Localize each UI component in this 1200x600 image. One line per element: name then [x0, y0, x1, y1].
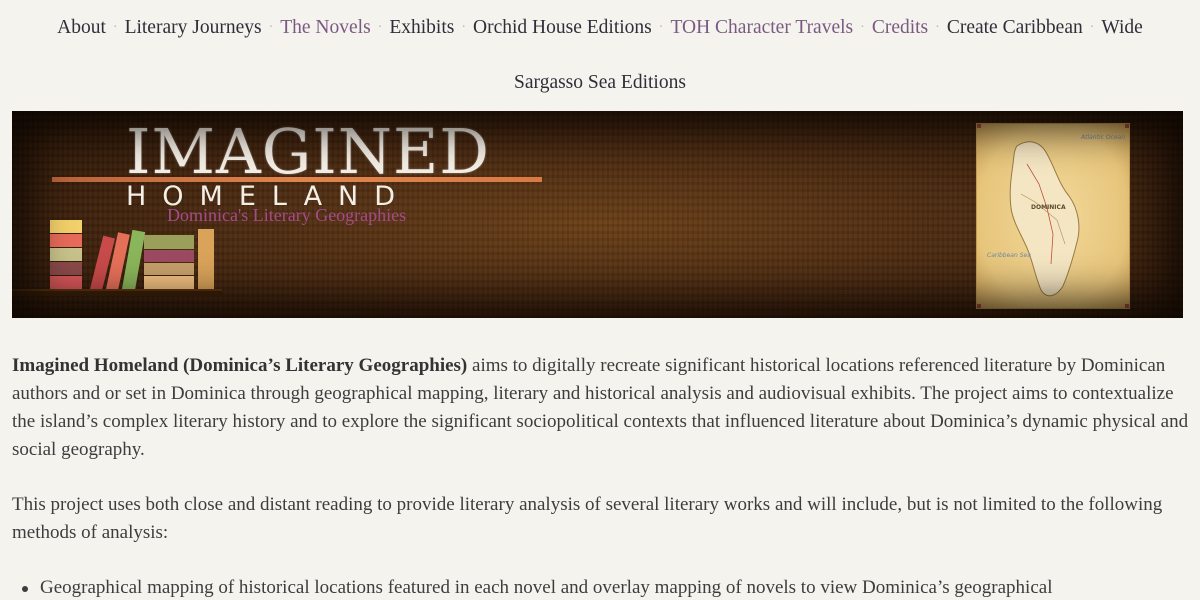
nav-item-toh-character-travels[interactable]: TOH Character Travels	[670, 17, 853, 38]
main-nav: About · Literary Journeys · The Novels · Exhib…	[0, 0, 1200, 110]
nav-item-orchid-house-editions[interactable]: Orchid House Editions	[473, 17, 652, 38]
nav-separator: ·	[377, 20, 383, 35]
banner-vignette	[12, 111, 1183, 318]
nav-line-2: Sargasso Sea Editions	[0, 55, 1200, 110]
nav-item-about[interactable]: About	[57, 17, 106, 38]
nav-item-wide-sargasso-sea-continued[interactable]: Sargasso Sea Editions	[514, 72, 686, 93]
intro-paragraph: Imagined Homeland (Dominica’s Literary G…	[12, 352, 1192, 464]
list-item: Geographical mapping of historical locat…	[20, 574, 1192, 600]
nav-separator: ·	[1089, 20, 1095, 35]
header-banner[interactable]: IMAGINED HOMELAND Dominica's Literary Ge…	[12, 111, 1183, 318]
nav-separator: ·	[658, 20, 664, 35]
nav-separator: ·	[461, 20, 467, 35]
nav-separator: ·	[935, 20, 940, 35]
methods-list: Geographical mapping of historical locat…	[20, 574, 1192, 600]
nav-item-exhibits[interactable]: Exhibits	[389, 17, 454, 38]
main-content: Imagined Homeland (Dominica’s Literary G…	[12, 352, 1192, 600]
intro-project-name: Imagined Homeland (Dominica’s Literary G…	[12, 355, 468, 376]
nav-separator: ·	[112, 20, 118, 35]
nav-item-wide-sargasso-sea[interactable]: Wide	[1101, 17, 1142, 38]
nav-line-1: About · Literary Journeys · The Novels · Exhib…	[0, 0, 1200, 55]
nav-separator: ·	[860, 20, 865, 35]
nav-item-the-novels[interactable]: The Novels	[280, 17, 370, 38]
nav-separator: ·	[268, 20, 274, 35]
nav-item-create-caribbean[interactable]: Create Caribbean	[947, 17, 1083, 38]
nav-item-literary-journeys[interactable]: Literary Journeys	[125, 17, 262, 38]
nav-item-credits[interactable]: Credits	[872, 17, 928, 38]
methods-paragraph: This project uses both close and distant…	[12, 494, 1163, 543]
